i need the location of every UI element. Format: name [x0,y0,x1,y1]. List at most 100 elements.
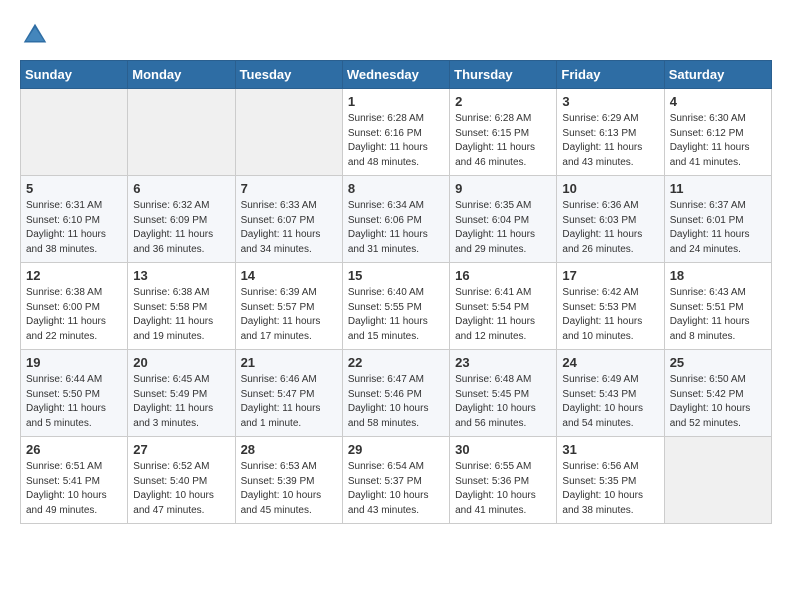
calendar-cell: 28Sunrise: 6:53 AM Sunset: 5:39 PM Dayli… [235,437,342,524]
day-number: 16 [455,268,551,283]
day-number: 8 [348,181,444,196]
day-number: 6 [133,181,229,196]
day-number: 11 [670,181,766,196]
weekday-header-wednesday: Wednesday [342,61,449,89]
day-info: Sunrise: 6:55 AM Sunset: 5:36 PM Dayligh… [455,460,551,518]
day-info: Sunrise: 6:39 AM Sunset: 5:57 PM Dayligh… [241,286,337,344]
day-info: Sunrise: 6:44 AM Sunset: 5:50 PM Dayligh… [26,373,122,431]
day-info: Sunrise: 6:53 AM Sunset: 5:39 PM Dayligh… [241,460,337,518]
calendar-cell [664,437,771,524]
day-number: 5 [26,181,122,196]
day-number: 22 [348,355,444,370]
day-number: 17 [562,268,658,283]
day-info: Sunrise: 6:28 AM Sunset: 6:16 PM Dayligh… [348,112,444,170]
calendar-cell: 21 Sunrise: 6:46 AM Sunset: 5:47 PM Dayli… [235,350,342,437]
day-info: Sunrise: 6:43 AM Sunset: 5:51 PM Dayligh… [670,286,766,344]
day-number: 29 [348,442,444,457]
weekday-header-saturday: Saturday [664,61,771,89]
day-info: Sunrise: 6:51 AM Sunset: 5:41 PM Dayligh… [26,460,122,518]
day-number: 31 [562,442,658,457]
day-info: Sunrise: 6:48 AM Sunset: 5:45 PM Dayligh… [455,373,551,431]
calendar-cell: 31 Sunrise: 6:56 AM Sunset: 5:35 PM Dayli… [557,437,664,524]
calendar-week-row: 19 Sunrise: 6:44 AM Sunset: 5:50 PM Dayli… [21,350,772,437]
calendar-cell: 2Sunrise: 6:28 AM Sunset: 6:15 PM Daylig… [450,89,557,176]
day-number: 18 [670,268,766,283]
day-info: Sunrise: 6:34 AM Sunset: 6:06 PM Dayligh… [348,199,444,257]
weekday-header-tuesday: Tuesday [235,61,342,89]
calendar-cell: 15 Sunrise: 6:40 AM Sunset: 5:55 PM Dayli… [342,263,449,350]
day-number: 21 [241,355,337,370]
calendar-cell: 8 Sunrise: 6:34 AM Sunset: 6:06 PM Daylig… [342,176,449,263]
day-number: 19 [26,355,122,370]
day-info: Sunrise: 6:46 AM Sunset: 5:47 PM Dayligh… [241,373,337,431]
day-number: 30 [455,442,551,457]
calendar-cell: 23 Sunrise: 6:48 AM Sunset: 5:45 PM Dayli… [450,350,557,437]
calendar-cell: 9Sunrise: 6:35 AM Sunset: 6:04 PM Daylig… [450,176,557,263]
calendar-cell: 4Sunrise: 6:30 AM Sunset: 6:12 PM Daylig… [664,89,771,176]
day-info: Sunrise: 6:47 AM Sunset: 5:46 PM Dayligh… [348,373,444,431]
calendar-cell: 29 Sunrise: 6:54 AM Sunset: 5:37 PM Dayli… [342,437,449,524]
calendar-week-row: 1Sunrise: 6:28 AM Sunset: 6:16 PM Daylig… [21,89,772,176]
day-number: 26 [26,442,122,457]
day-info: Sunrise: 6:28 AM Sunset: 6:15 PM Dayligh… [455,112,551,170]
weekday-header-thursday: Thursday [450,61,557,89]
day-info: Sunrise: 6:45 AM Sunset: 5:49 PM Dayligh… [133,373,229,431]
day-number: 24 [562,355,658,370]
day-info: Sunrise: 6:49 AM Sunset: 5:43 PM Dayligh… [562,373,658,431]
day-info: Sunrise: 6:56 AM Sunset: 5:35 PM Dayligh… [562,460,658,518]
day-info: Sunrise: 6:36 AM Sunset: 6:03 PM Dayligh… [562,199,658,257]
day-info: Sunrise: 6:29 AM Sunset: 6:13 PM Dayligh… [562,112,658,170]
day-number: 23 [455,355,551,370]
weekday-header-friday: Friday [557,61,664,89]
calendar-cell: 18 Sunrise: 6:43 AM Sunset: 5:51 PM Dayli… [664,263,771,350]
day-info: Sunrise: 6:50 AM Sunset: 5:42 PM Dayligh… [670,373,766,431]
logo-icon [20,20,50,50]
calendar-cell: 12Sunrise: 6:38 AM Sunset: 6:00 PM Dayli… [21,263,128,350]
weekday-header-row: SundayMondayTuesdayWednesdayThursdayFrid… [21,61,772,89]
day-info: Sunrise: 6:31 AM Sunset: 6:10 PM Dayligh… [26,199,122,257]
calendar-cell: 3Sunrise: 6:29 AM Sunset: 6:13 PM Daylig… [557,89,664,176]
calendar-cell [235,89,342,176]
calendar-cell: 19 Sunrise: 6:44 AM Sunset: 5:50 PM Dayli… [21,350,128,437]
day-info: Sunrise: 6:40 AM Sunset: 5:55 PM Dayligh… [348,286,444,344]
day-info: Sunrise: 6:30 AM Sunset: 6:12 PM Dayligh… [670,112,766,170]
day-number: 25 [670,355,766,370]
page-header [20,20,772,50]
calendar-cell: 6 Sunrise: 6:32 AM Sunset: 6:09 PM Daylig… [128,176,235,263]
calendar-cell: 14Sunrise: 6:39 AM Sunset: 5:57 PM Dayli… [235,263,342,350]
day-info: Sunrise: 6:41 AM Sunset: 5:54 PM Dayligh… [455,286,551,344]
day-info: Sunrise: 6:33 AM Sunset: 6:07 PM Dayligh… [241,199,337,257]
calendar-cell: 30 Sunrise: 6:55 AM Sunset: 5:36 PM Dayli… [450,437,557,524]
calendar-cell: 17 Sunrise: 6:42 AM Sunset: 5:53 PM Dayli… [557,263,664,350]
logo [20,20,54,50]
calendar-cell: 5 Sunrise: 6:31 AM Sunset: 6:10 PM Daylig… [21,176,128,263]
calendar-table: SundayMondayTuesdayWednesdayThursdayFrid… [20,60,772,524]
day-number: 20 [133,355,229,370]
day-number: 27 [133,442,229,457]
day-number: 7 [241,181,337,196]
calendar-cell: 7 Sunrise: 6:33 AM Sunset: 6:07 PM Daylig… [235,176,342,263]
calendar-cell: 25 Sunrise: 6:50 AM Sunset: 5:42 PM Dayli… [664,350,771,437]
day-info: Sunrise: 6:35 AM Sunset: 6:04 PM Dayligh… [455,199,551,257]
day-info: Sunrise: 6:37 AM Sunset: 6:01 PM Dayligh… [670,199,766,257]
calendar-cell: 16 Sunrise: 6:41 AM Sunset: 5:54 PM Dayli… [450,263,557,350]
day-info: Sunrise: 6:52 AM Sunset: 5:40 PM Dayligh… [133,460,229,518]
calendar-cell: 1Sunrise: 6:28 AM Sunset: 6:16 PM Daylig… [342,89,449,176]
calendar-cell: 24 Sunrise: 6:49 AM Sunset: 5:43 PM Dayli… [557,350,664,437]
day-number: 12 [26,268,122,283]
day-info: Sunrise: 6:32 AM Sunset: 6:09 PM Dayligh… [133,199,229,257]
calendar-cell [21,89,128,176]
day-number: 15 [348,268,444,283]
calendar-cell [128,89,235,176]
day-info: Sunrise: 6:38 AM Sunset: 5:58 PM Dayligh… [133,286,229,344]
calendar-cell: 13 Sunrise: 6:38 AM Sunset: 5:58 PM Dayli… [128,263,235,350]
weekday-header-monday: Monday [128,61,235,89]
calendar-cell: 27 Sunrise: 6:52 AM Sunset: 5:40 PM Dayli… [128,437,235,524]
day-number: 10 [562,181,658,196]
day-info: Sunrise: 6:42 AM Sunset: 5:53 PM Dayligh… [562,286,658,344]
calendar-cell: 26 Sunrise: 6:51 AM Sunset: 5:41 PM Dayli… [21,437,128,524]
calendar-cell: 20 Sunrise: 6:45 AM Sunset: 5:49 PM Dayli… [128,350,235,437]
day-info: Sunrise: 6:54 AM Sunset: 5:37 PM Dayligh… [348,460,444,518]
day-number: 13 [133,268,229,283]
calendar-week-row: 12Sunrise: 6:38 AM Sunset: 6:00 PM Dayli… [21,263,772,350]
